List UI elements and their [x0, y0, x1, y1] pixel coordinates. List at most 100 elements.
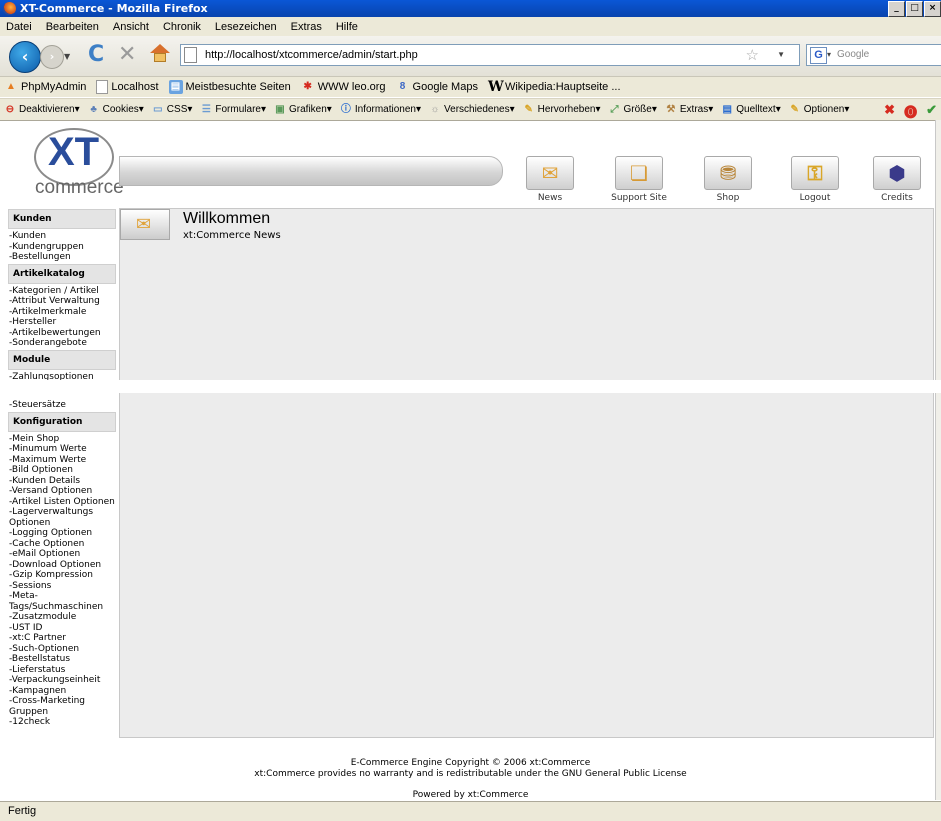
maps-icon: 8: [399, 81, 406, 92]
window-titlebar: XT-Commerce - Mozilla Firefox _ □ ×: [0, 0, 941, 17]
dev-cookies[interactable]: ♣ Cookies ▾: [88, 104, 143, 116]
sidebar-item-sonderangebote[interactable]: -Sonderangebote: [8, 338, 116, 349]
dev-informationen[interactable]: ⓘ Informationen ▾: [340, 104, 421, 116]
sidebar-item-xtc-partner[interactable]: -xt:C Partner: [8, 633, 116, 644]
sidebar-item-kampagnen[interactable]: -Kampagnen: [8, 686, 116, 697]
sidebar-item-email-optionen[interactable]: -eMail Optionen: [8, 549, 116, 560]
bookmark-phpmyadmin[interactable]: ▲ PhpMyAdmin: [4, 80, 86, 94]
misc-icon: ☼: [430, 103, 440, 115]
sidebar-item-meta-tags[interactable]: -Meta-Tags/Suchmaschinen: [8, 591, 116, 612]
nav-shop[interactable]: ⛃ Shop: [697, 156, 759, 203]
stop-icon[interactable]: ✕: [118, 42, 136, 67]
sidebar-item-kategorien[interactable]: -Kategorien / Artikel: [8, 286, 116, 297]
sidebar-item-ust-id[interactable]: -UST ID: [8, 623, 116, 634]
sidebar-item-attribut[interactable]: -Attribut Verwaltung: [8, 296, 116, 307]
sidebar-item-hersteller[interactable]: -Hersteller: [8, 317, 116, 328]
sidebar-item-bild-optionen[interactable]: -Bild Optionen: [8, 465, 116, 476]
page-title: Willkommen: [183, 210, 271, 227]
sidebar-item-cache-optionen[interactable]: -Cache Optionen: [8, 539, 116, 550]
sidebar-item-bestellstatus[interactable]: -Bestellstatus: [8, 654, 116, 665]
reload-icon[interactable]: C: [88, 42, 104, 67]
sidebar-continued: -Steuersätze Konfiguration -Mein Shop -M…: [8, 400, 116, 728]
dev-formulare[interactable]: ☰ Formulare ▾: [200, 104, 266, 116]
sidebar-item-steuersaetze[interactable]: -Steuersätze: [8, 400, 116, 411]
sidebar-item-cross-marketing[interactable]: -Cross-Marketing Gruppen: [8, 696, 116, 717]
sidebar-item-lagerverwaltungs-optionen[interactable]: -Lagerverwaltungs Optionen: [8, 507, 116, 528]
sidebar-item-zusatzmodule[interactable]: -Zusatzmodule: [8, 612, 116, 623]
sidebar-item-kunden[interactable]: -Kunden: [8, 231, 116, 242]
google-icon[interactable]: G: [810, 47, 827, 64]
menu-extras[interactable]: Extras: [284, 21, 329, 33]
sidebar-item-such-optionen[interactable]: -Such-Optionen: [8, 644, 116, 655]
ok-icon[interactable]: ✔: [926, 102, 937, 121]
status-text: Fertig: [8, 805, 37, 817]
nav-support-site[interactable]: ❏ Support Site: [604, 156, 674, 203]
forms-icon: ☰: [201, 103, 211, 115]
menu-chronik[interactable]: Chronik: [156, 21, 208, 33]
sidebar-item-minimum-werte[interactable]: -Minumum Werte: [8, 444, 116, 455]
dev-css[interactable]: ▭ CSS ▾: [152, 104, 192, 116]
sidebar-item-kunden-details[interactable]: -Kunden Details: [8, 476, 116, 487]
history-dropdown-icon[interactable]: ▼: [64, 52, 70, 61]
home-icon[interactable]: [150, 44, 170, 62]
support-icon: ❏: [630, 161, 648, 185]
sidebar-item-download-optionen[interactable]: -Download Optionen: [8, 560, 116, 571]
sidebar-item-verpackungseinheit[interactable]: -Verpackungseinheit: [8, 675, 116, 686]
back-icon[interactable]: ‹: [9, 41, 41, 73]
dev-grafiken[interactable]: ▣ Grafiken ▾: [274, 104, 332, 116]
url-dropdown-icon[interactable]: ▼: [777, 50, 785, 59]
bookmark-localhost[interactable]: Localhost: [96, 80, 159, 94]
tools-icon: ⚒: [666, 103, 676, 115]
dev-deaktivieren[interactable]: ⊖ Deaktivieren ▾: [4, 104, 80, 116]
close-button[interactable]: ×: [924, 1, 941, 17]
bookmark-meistbesuchte[interactable]: ▤ Meistbesuchte Seiten: [168, 80, 291, 94]
leo-icon: ✱: [303, 81, 312, 92]
minimize-button[interactable]: _: [888, 1, 905, 17]
engine-dropdown-icon[interactable]: ▾: [827, 50, 831, 59]
dev-verschiedenes[interactable]: ☼ Verschiedenes ▾: [429, 103, 514, 116]
sidebar-item-artikelmerkmale[interactable]: -Artikelmerkmale: [8, 307, 116, 318]
sidebar-item-12check[interactable]: -12check: [8, 717, 116, 728]
dev-hervorheben[interactable]: ✎ Hervorheben ▾: [523, 104, 600, 116]
bookmark-google-maps[interactable]: 8 Google Maps: [396, 80, 478, 94]
sidebar-item-gzip-kompression[interactable]: -Gzip Kompression: [8, 570, 116, 581]
menu-ansicht[interactable]: Ansicht: [106, 21, 156, 33]
sidebar-item-lieferstatus[interactable]: -Lieferstatus: [8, 665, 116, 676]
search-placeholder[interactable]: Google: [837, 49, 869, 60]
sidebar-item-sessions[interactable]: -Sessions: [8, 581, 116, 592]
close-red-icon[interactable]: ✖: [884, 102, 895, 121]
error-icon[interactable]: ⓿: [904, 102, 917, 121]
url-text[interactable]: http://localhost/xtcommerce/admin/start.…: [205, 49, 418, 61]
dev-groesse[interactable]: ⤢ Größe ▾: [609, 104, 657, 116]
bookmarks-toolbar: ▲ PhpMyAdmin Localhost ▤ Meistbesuchte Sei…: [0, 77, 941, 97]
menu-lesezeichen[interactable]: Lesezeichen: [208, 21, 284, 33]
sidebar-item-logging-optionen[interactable]: -Logging Optionen: [8, 528, 116, 539]
nav-credits[interactable]: ⬢ Credits: [866, 156, 928, 203]
search-box[interactable]: G ▾ Google ⚲: [806, 44, 941, 66]
dev-extras[interactable]: ⚒ Extras ▾: [665, 104, 713, 116]
nav-logout[interactable]: ⚿ Logout: [784, 156, 846, 203]
disable-icon: ⊖: [5, 103, 15, 115]
sidebar-item-bestellungen[interactable]: -Bestellungen: [8, 252, 116, 263]
menu-datei[interactable]: Datei: [0, 21, 39, 33]
maximize-button[interactable]: □: [906, 1, 923, 17]
menu-hilfe[interactable]: Hilfe: [329, 21, 365, 33]
address-bar[interactable]: http://localhost/xtcommerce/admin/start.…: [180, 44, 800, 66]
forward-icon[interactable]: ›: [40, 45, 64, 69]
page-scrollbar[interactable]: [935, 120, 941, 800]
xt-commerce-logo: XT commerce: [34, 128, 124, 198]
dev-quelltext[interactable]: ▤ Quelltext ▾: [721, 104, 781, 116]
menu-bearbeiten[interactable]: Bearbeiten: [39, 21, 106, 33]
bookmark-star-icon[interactable]: ☆: [746, 46, 759, 64]
dev-optionen[interactable]: ✎ Optionen ▾: [789, 104, 850, 116]
sidebar-item-mein-shop[interactable]: -Mein Shop: [8, 434, 116, 445]
sidebar-item-versand-optionen[interactable]: -Versand Optionen: [8, 486, 116, 497]
sidebar-item-maximum-werte[interactable]: -Maximum Werte: [8, 455, 116, 466]
footer-powered-by[interactable]: Powered by xt:Commerce: [0, 790, 941, 800]
bookmark-leo[interactable]: ✱ WWW leo.org: [301, 80, 385, 94]
bookmark-wikipedia[interactable]: W Wikipedia:Hauptseite ...: [488, 80, 621, 94]
nav-news[interactable]: ✉ News: [519, 156, 581, 203]
sidebar-item-artikel-listen-optionen[interactable]: -Artikel Listen Optionen: [8, 497, 116, 508]
sidebar-item-artikelbewertungen[interactable]: -Artikelbewertungen: [8, 328, 116, 339]
sidebar-item-kundengruppen[interactable]: -Kundengruppen: [8, 242, 116, 253]
